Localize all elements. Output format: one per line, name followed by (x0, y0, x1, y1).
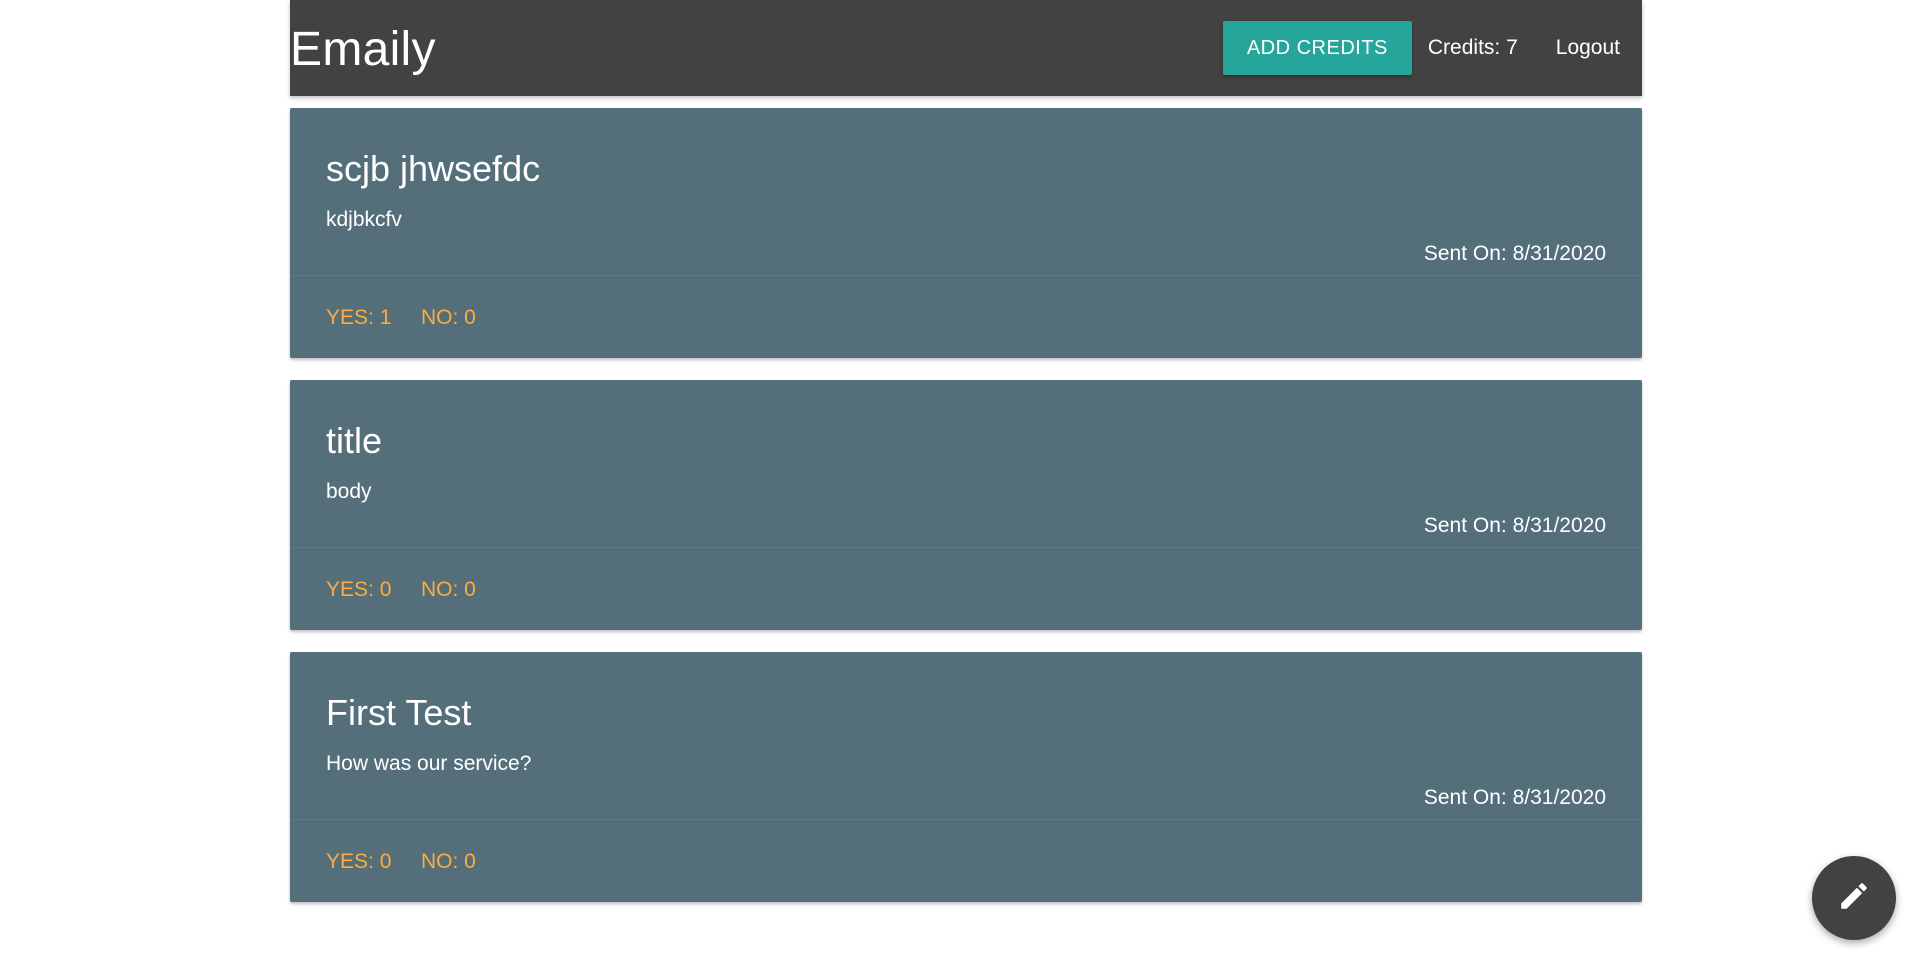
survey-no-count[interactable]: NO: 0 (421, 850, 476, 874)
survey-card-action: YES: 1 NO: 0 (290, 276, 1642, 358)
brand-logo[interactable]: Emaily (290, 20, 436, 80)
survey-yes-count[interactable]: YES: 1 (326, 306, 391, 330)
top-navbar: Emaily Add Credits Credits: 7 Logout (290, 0, 1642, 96)
new-survey-fab-button[interactable] (1812, 856, 1896, 940)
survey-sent-date: Sent On: 8/31/2020 (1423, 514, 1606, 537)
survey-no-count[interactable]: NO: 0 (421, 306, 476, 330)
survey-title: scjb jhwsefdc (326, 148, 541, 189)
survey-body: kdjbkcfv (326, 208, 402, 231)
logout-link[interactable]: Logout (1556, 36, 1620, 60)
add-credits-button[interactable]: Add Credits (1222, 21, 1412, 75)
survey-card: First Test How was our service? Sent On:… (290, 652, 1642, 902)
survey-sent-date: Sent On: 8/31/2020 (1423, 242, 1606, 265)
survey-yes-count[interactable]: YES: 0 (326, 850, 391, 874)
survey-body: body (326, 480, 372, 503)
survey-card: scjb jhwsefdc kdjbkcfv Sent On: 8/31/202… (290, 108, 1642, 358)
survey-body: How was our service? (326, 752, 532, 775)
survey-no-count[interactable]: NO: 0 (421, 578, 476, 602)
survey-card-content: scjb jhwsefdc kdjbkcfv Sent On: 8/31/202… (290, 108, 1642, 276)
survey-yes-count[interactable]: YES: 0 (326, 578, 391, 602)
pencil-icon (1837, 879, 1871, 918)
navbar-right: Add Credits Credits: 7 Logout (1222, 0, 1642, 96)
survey-card-action: YES: 0 NO: 0 (290, 820, 1642, 902)
survey-card-action: YES: 0 NO: 0 (290, 548, 1642, 630)
survey-card-content: title body Sent On: 8/31/2020 (290, 380, 1642, 548)
survey-card-content: First Test How was our service? Sent On:… (290, 652, 1642, 820)
survey-title: title (326, 420, 383, 461)
survey-title: First Test (326, 692, 472, 733)
survey-sent-date: Sent On: 8/31/2020 (1423, 786, 1606, 809)
page-container: Emaily Add Credits Credits: 7 Logout scj… (290, 0, 1642, 902)
credits-count: Credits: 7 (1427, 36, 1518, 59)
survey-card: title body Sent On: 8/31/2020 YES: 0 NO:… (290, 380, 1642, 630)
